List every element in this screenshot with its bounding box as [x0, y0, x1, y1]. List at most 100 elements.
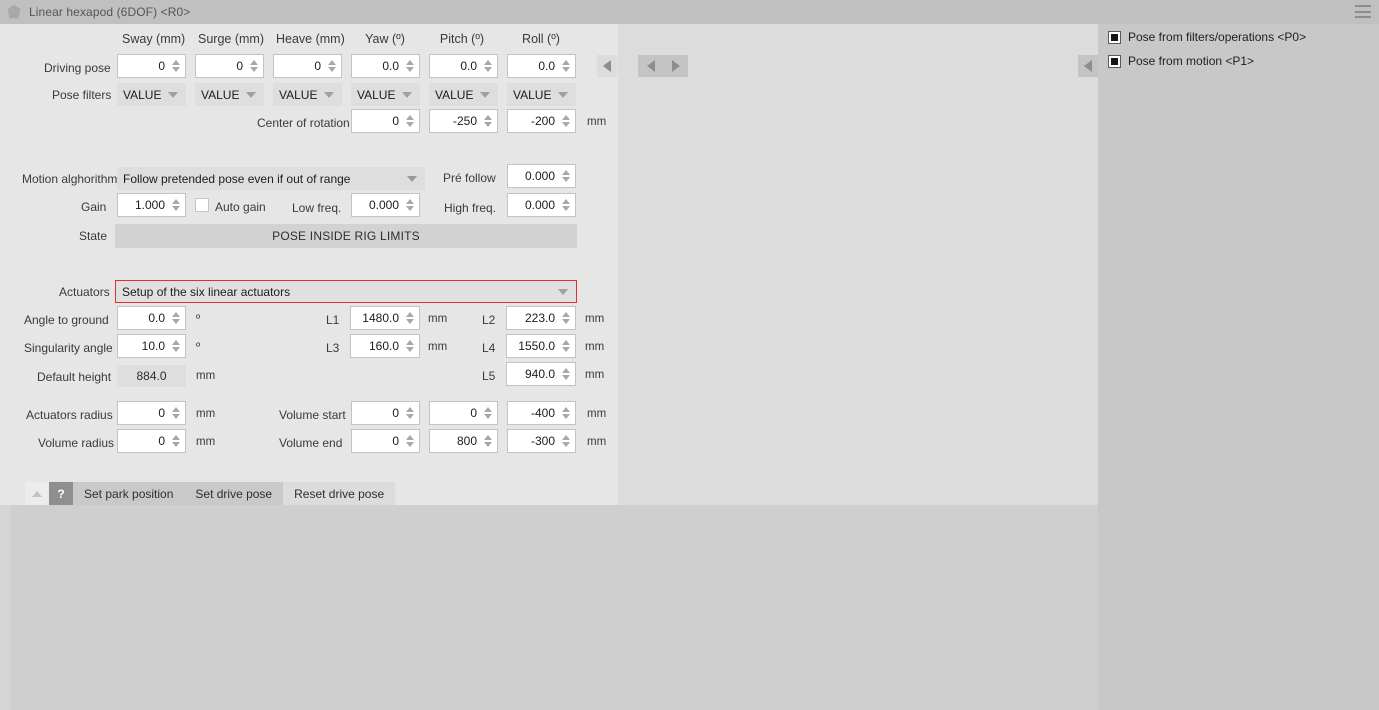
- col-header-heave: Heave (mm): [276, 32, 345, 46]
- spinner-arrows-icon[interactable]: [482, 55, 497, 77]
- volume-start-z-input[interactable]: -400: [507, 401, 576, 425]
- rail-item-pose-from-motion[interactable]: Pose from motion <P1>: [1108, 54, 1254, 68]
- gain-input[interactable]: 1.000: [117, 193, 186, 217]
- volume-end-y-input[interactable]: 800: [429, 429, 498, 453]
- driving-pose-pitch-input[interactable]: 0.0: [429, 54, 498, 78]
- state-label: State: [79, 229, 108, 243]
- pose-filter-yaw-select[interactable]: VALUE: [351, 83, 420, 106]
- spinner-arrows-icon[interactable]: [170, 55, 185, 77]
- l5-input[interactable]: 940.0: [506, 362, 576, 386]
- spinner-arrows-icon[interactable]: [560, 363, 575, 385]
- set-park-position-button[interactable]: Set park position: [73, 482, 185, 505]
- col-header-sway: Sway (mm): [122, 32, 186, 46]
- singularity-angle-input[interactable]: 10.0: [117, 334, 186, 358]
- center-next-button[interactable]: [663, 55, 688, 77]
- action-button-bar: ? Set park position Set drive pose Reset…: [25, 482, 396, 505]
- spinner-arrows-icon[interactable]: [404, 430, 419, 452]
- volume-start-y-input[interactable]: 0: [429, 401, 498, 425]
- pre-follow-input[interactable]: 0.000: [507, 164, 576, 188]
- spinner-arrows-icon[interactable]: [560, 402, 575, 424]
- actuators-radius-label: Actuators radius: [26, 408, 113, 422]
- hamburger-icon[interactable]: [1355, 5, 1371, 18]
- center-prev-button[interactable]: [638, 55, 663, 77]
- angle-to-ground-input[interactable]: 0.0: [117, 306, 186, 330]
- spinner-arrows-icon[interactable]: [170, 335, 185, 357]
- center-panel: [618, 24, 1098, 505]
- spinner-arrows-icon[interactable]: [560, 430, 575, 452]
- spinner-arrows-icon[interactable]: [170, 402, 185, 424]
- actuators-setup-select[interactable]: Setup of the six linear actuators: [115, 280, 577, 303]
- volume-end-y-value: 800: [456, 434, 477, 448]
- checkbox-checked-icon[interactable]: [1108, 54, 1121, 68]
- auto-gain-checkbox[interactable]: [195, 198, 209, 212]
- pose-prev-button[interactable]: [597, 55, 617, 77]
- checkbox-checked-icon[interactable]: [1108, 30, 1121, 44]
- driving-pose-surge-input[interactable]: 0: [195, 54, 264, 78]
- spinner-arrows-icon[interactable]: [560, 194, 575, 216]
- center-of-rotation-z-input[interactable]: -200: [507, 109, 576, 133]
- pose-filters-label: Pose filters: [52, 88, 112, 102]
- rail-item-pose-from-filters[interactable]: Pose from filters/operations <P0>: [1108, 30, 1306, 44]
- spinner-arrows-icon[interactable]: [482, 402, 497, 424]
- set-drive-pose-button[interactable]: Set drive pose: [184, 482, 284, 505]
- spinner-arrows-icon[interactable]: [326, 55, 341, 77]
- spinner-arrows-icon[interactable]: [482, 110, 497, 132]
- spinner-arrows-icon[interactable]: [404, 55, 419, 77]
- pose-filter-surge-select[interactable]: VALUE: [195, 83, 264, 106]
- pose-filter-heave-select[interactable]: VALUE: [273, 83, 342, 106]
- l1-input[interactable]: 1480.0: [350, 306, 420, 330]
- spinner-arrows-icon[interactable]: [170, 430, 185, 452]
- spinner-arrows-icon[interactable]: [404, 194, 419, 216]
- reset-drive-pose-button[interactable]: Reset drive pose: [283, 482, 396, 505]
- help-button[interactable]: ?: [49, 482, 73, 505]
- volume-radius-input[interactable]: 0: [117, 429, 186, 453]
- spinner-arrows-icon[interactable]: [482, 430, 497, 452]
- volume-end-x-input[interactable]: 0: [351, 429, 420, 453]
- center-of-rotation-x-input[interactable]: 0: [351, 109, 420, 133]
- spinner-arrows-icon[interactable]: [560, 55, 575, 77]
- volume-radius-unit: mm: [196, 436, 216, 448]
- col-header-surge: Surge (mm): [198, 32, 264, 46]
- center-of-rotation-y-input[interactable]: -250: [429, 109, 498, 133]
- l2-input[interactable]: 223.0: [506, 306, 576, 330]
- l1-value: 1480.0: [362, 311, 399, 325]
- l4-input[interactable]: 1550.0: [506, 334, 576, 358]
- collapse-button[interactable]: [25, 482, 49, 505]
- spinner-arrows-icon[interactable]: [560, 110, 575, 132]
- l3-input[interactable]: 160.0: [350, 334, 420, 358]
- spinner-arrows-icon[interactable]: [404, 110, 419, 132]
- actuators-radius-input[interactable]: 0: [117, 401, 186, 425]
- center-of-rotation-unit: mm: [587, 116, 607, 128]
- spinner-arrows-icon[interactable]: [404, 307, 419, 329]
- l1-label: L1: [326, 313, 340, 327]
- auto-gain-label: Auto gain: [215, 200, 266, 214]
- state-badge: POSE INSIDE RIG LIMITS: [115, 224, 577, 248]
- driving-pose-roll-input[interactable]: 0.0: [507, 54, 576, 78]
- caret-up-icon: [32, 490, 42, 497]
- high-freq-input[interactable]: 0.000: [507, 193, 576, 217]
- spinner-arrows-icon[interactable]: [248, 55, 263, 77]
- pose-filter-pitch-select[interactable]: VALUE: [429, 83, 498, 106]
- default-height-value: 884.0: [117, 365, 186, 387]
- l5-value: 940.0: [524, 367, 555, 381]
- low-freq-input[interactable]: 0.000: [351, 193, 420, 217]
- motion-algorithm-select[interactable]: Follow pretended pose even if out of ran…: [117, 167, 425, 190]
- pose-filter-sway-select[interactable]: VALUE: [117, 83, 186, 106]
- spinner-arrows-icon[interactable]: [170, 194, 185, 216]
- spinner-arrows-icon[interactable]: [560, 307, 575, 329]
- driving-pose-heave-input[interactable]: 0: [273, 54, 342, 78]
- driving-pose-sway-input[interactable]: 0: [117, 54, 186, 78]
- l5-unit: mm: [585, 369, 605, 381]
- volume-end-z-input[interactable]: -300: [507, 429, 576, 453]
- driving-pose-yaw-input[interactable]: 0.0: [351, 54, 420, 78]
- volume-start-x-input[interactable]: 0: [351, 401, 420, 425]
- spinner-arrows-icon[interactable]: [170, 307, 185, 329]
- spinner-arrows-icon[interactable]: [404, 402, 419, 424]
- driving-pose-heave-value: 0: [314, 59, 321, 73]
- spinner-arrows-icon[interactable]: [404, 335, 419, 357]
- pose-filter-roll-select[interactable]: VALUE: [507, 83, 576, 106]
- l3-unit: mm: [428, 341, 448, 353]
- spinner-arrows-icon[interactable]: [560, 165, 575, 187]
- spinner-arrows-icon[interactable]: [560, 335, 575, 357]
- rail-prev-button[interactable]: [1078, 55, 1098, 77]
